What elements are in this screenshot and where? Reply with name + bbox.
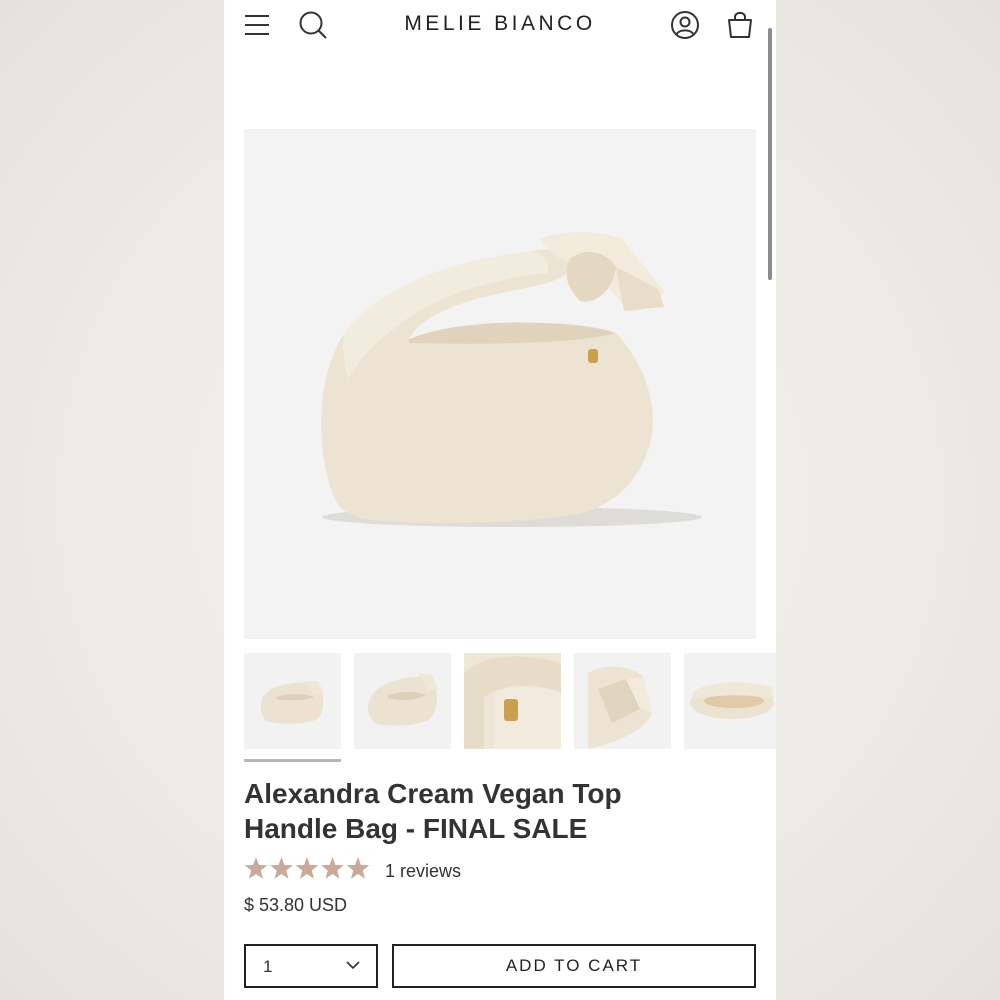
thumbnail-3[interactable] <box>464 653 561 749</box>
star-icon <box>244 857 268 879</box>
add-to-cart-button[interactable]: ADD TO CART <box>392 944 756 988</box>
handbag-image <box>321 232 702 527</box>
product-price: $ 53.80 USD <box>244 895 348 915</box>
page-scrollbar[interactable] <box>768 28 772 280</box>
reviews-link[interactable]: 1 reviews <box>385 861 461 882</box>
thumbnail-5[interactable] <box>684 653 776 749</box>
product-title: Alexandra Cream Vegan Top Handle Bag - F… <box>244 776 664 846</box>
star-icon <box>295 857 319 879</box>
thumbnail-2[interactable] <box>354 653 451 749</box>
product-main-image[interactable] <box>244 129 756 639</box>
thumbnail-active-indicator <box>244 759 341 762</box>
star-icon <box>346 857 370 879</box>
star-icon <box>321 857 344 879</box>
product-page: MELIE BIANCO Alexandra Cream Vegan Top H… <box>224 0 776 1000</box>
star-rating-icons <box>244 857 370 879</box>
thumbnail-1[interactable] <box>244 653 341 749</box>
thumbnail-strip[interactable] <box>244 653 776 749</box>
account-icon[interactable] <box>670 10 700 40</box>
thumbnail-4[interactable] <box>574 653 671 749</box>
product-title-line-2: Handle Bag - FINAL SALE <box>244 813 588 844</box>
site-header: MELIE BIANCO <box>224 0 776 56</box>
cart-icon[interactable] <box>726 10 754 40</box>
product-title-line-1: Alexandra Cream Vegan Top <box>244 778 622 809</box>
star-icon <box>270 857 293 879</box>
chevron-down-icon <box>346 961 360 970</box>
quantity-value: 1 <box>263 957 273 976</box>
quantity-select[interactable]: 1 <box>244 944 378 988</box>
